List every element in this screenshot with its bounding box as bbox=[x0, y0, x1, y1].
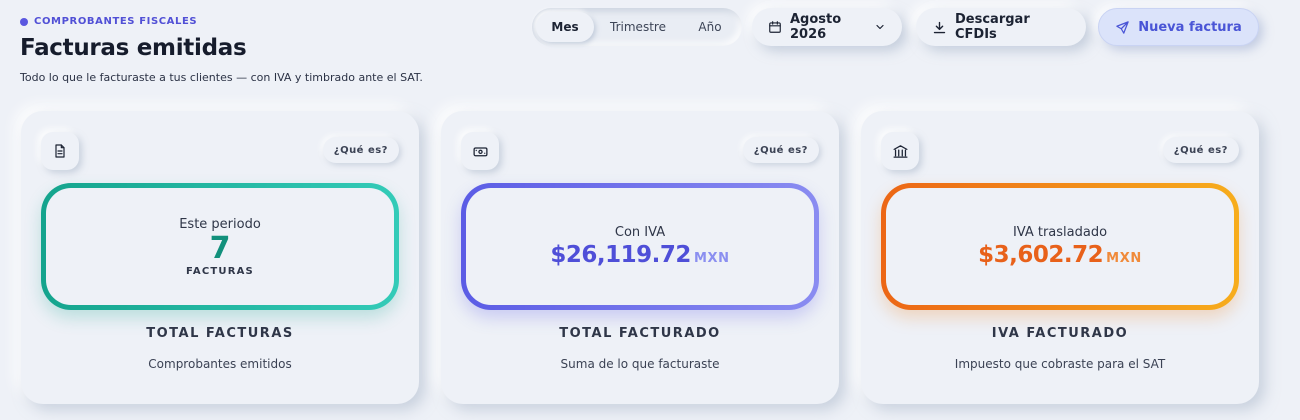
section-eyebrow: COMPROBANTES FISCALES bbox=[20, 16, 197, 27]
card-description: Impuesto que cobraste para el SAT bbox=[954, 357, 1166, 371]
card-title: TOTAL FACTURAS bbox=[146, 326, 294, 341]
chevron-down-icon bbox=[876, 24, 884, 30]
bank-icon bbox=[892, 144, 908, 158]
calendar-icon bbox=[769, 21, 781, 33]
eyebrow-dot bbox=[20, 17, 28, 26]
metric-ring: IVA trasladado $3,602.72 MXN bbox=[881, 183, 1239, 310]
help-button[interactable]: ¿Qué es? bbox=[742, 137, 819, 163]
metric-value: 7 bbox=[209, 230, 231, 266]
page-title: Facturas emitidas bbox=[20, 35, 247, 61]
card-title: TOTAL FACTURADO bbox=[559, 326, 721, 341]
help-button[interactable]: ¿Qué es? bbox=[322, 137, 399, 163]
card-icon-wrapper bbox=[461, 132, 499, 170]
metric-ring: Este periodo 7 FACTURAS bbox=[41, 183, 399, 310]
new-invoice-button[interactable]: Nueva factura bbox=[1098, 8, 1259, 46]
download-cfdis-label: Descargar CFDIs bbox=[955, 12, 1030, 42]
metric-value: $3,602.72 bbox=[978, 242, 1104, 268]
period-toggle: Mes Trimestre Año bbox=[532, 8, 742, 46]
eyebrow-text: COMPROBANTES FISCALES bbox=[34, 16, 198, 27]
send-icon bbox=[1116, 20, 1129, 34]
period-option-ano[interactable]: Año bbox=[682, 12, 738, 42]
card-icon-wrapper bbox=[881, 132, 919, 170]
date-picker-button[interactable]: Agosto 2026 bbox=[752, 8, 902, 46]
download-icon bbox=[933, 21, 946, 33]
card-iva-facturado: ¿Qué es? IVA trasladado $3,602.72 MXN IV… bbox=[861, 111, 1259, 404]
metric-label: IVA trasladado bbox=[1012, 225, 1108, 240]
period-option-mes[interactable]: Mes bbox=[536, 12, 594, 42]
new-invoice-label: Nueva factura bbox=[1138, 19, 1242, 35]
help-button[interactable]: ¿Qué es? bbox=[1162, 137, 1239, 163]
period-option-trimestre[interactable]: Trimestre bbox=[594, 12, 682, 42]
date-picker-label: Agosto 2026 bbox=[790, 12, 842, 42]
metric-label: Este periodo bbox=[179, 216, 261, 232]
card-title: IVA FACTURADO bbox=[991, 326, 1129, 341]
card-description: Comprobantes emitidos bbox=[148, 357, 292, 371]
cash-icon bbox=[472, 146, 488, 156]
metric-unit: MXN bbox=[693, 251, 730, 266]
document-icon bbox=[55, 144, 65, 158]
metric-label: Con IVA bbox=[614, 225, 666, 240]
metric-value: $26,119.72 bbox=[550, 242, 691, 268]
page-subtitle: Todo lo que le facturaste a tus clientes… bbox=[20, 71, 423, 84]
card-total-facturas: ¿Qué es? Este periodo 7 FACTURAS TOTAL F… bbox=[21, 111, 419, 404]
download-cfdis-button[interactable]: Descargar CFDIs bbox=[916, 8, 1086, 46]
card-total-facturado: ¿Qué es? Con IVA $26,119.72 MXN TOTAL FA… bbox=[441, 111, 839, 404]
card-description: Suma de lo que facturaste bbox=[560, 357, 720, 371]
metric-ring: Con IVA $26,119.72 MXN bbox=[461, 183, 819, 310]
card-icon-wrapper bbox=[41, 132, 79, 170]
metric-unit: FACTURAS bbox=[186, 265, 254, 277]
metric-unit: MXN bbox=[1106, 251, 1142, 266]
